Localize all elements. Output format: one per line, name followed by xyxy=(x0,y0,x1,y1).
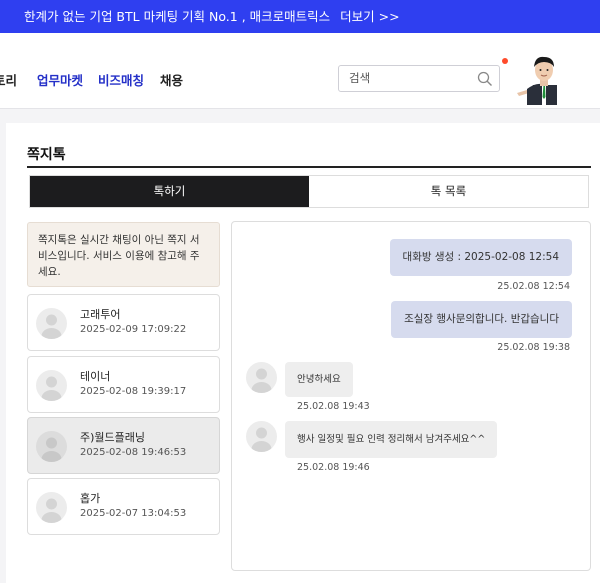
conversation-time: 2025-02-08 19:46:53 xyxy=(80,447,187,458)
service-notice: 쪽지톡은 실시간 채팅이 아닌 쪽지 서비스입니다. 서비스 이용에 참고해 주… xyxy=(27,222,220,287)
page-title: 쪽지톡 xyxy=(27,147,66,163)
search-icon[interactable] xyxy=(477,71,493,87)
banner-text: 한계가 없는 기업 BTL 마케팅 기획 No.1 , 매크로매트릭스 xyxy=(24,9,331,24)
banner-more-link[interactable]: 더보기 >> xyxy=(340,9,399,24)
tab-bar: 톡하기 톡 목록 xyxy=(29,175,589,208)
message-bubble-other: 행사 일정및 필요 인력 정리해서 남겨주세요^^ xyxy=(285,421,498,458)
message-time: 25.02.08 19:43 xyxy=(297,401,370,412)
tab-talk-list[interactable]: 톡 목록 xyxy=(309,176,588,207)
conversation-item[interactable]: 홉가 2025-02-07 13:04:53 xyxy=(27,478,220,535)
title-divider xyxy=(27,166,591,168)
chat-window[interactable]: 대화방 생성 : 2025-02-08 12:54 25.02.08 12:54… xyxy=(231,221,591,571)
default-avatar-icon xyxy=(246,362,277,393)
search-input[interactable] xyxy=(349,71,469,85)
promo-banner[interactable]: 한계가 없는 기업 BTL 마케팅 기획 No.1 , 매크로매트릭스 더보기 … xyxy=(0,0,600,33)
conversation-name: 주)월드플래닝 xyxy=(80,431,146,444)
search-box[interactable] xyxy=(338,65,500,92)
tab-talk[interactable]: 톡하기 xyxy=(30,176,309,207)
conversation-name: 홉가 xyxy=(80,492,101,505)
message-bubble-mine: 대화방 생성 : 2025-02-08 12:54 xyxy=(389,239,572,276)
message-bubble-other: 안녕하세요 xyxy=(285,362,353,397)
message-time: 25.02.08 19:46 xyxy=(297,462,370,473)
default-avatar-icon xyxy=(36,431,67,462)
conversation-item[interactable]: 고래투어 2025-02-09 17:09:22 xyxy=(27,294,220,351)
nav-item-story[interactable]: 토리 xyxy=(0,70,17,89)
nav-item-work-market[interactable]: 업무마켓 xyxy=(37,70,83,89)
default-avatar-icon xyxy=(36,492,67,523)
conversation-time: 2025-02-09 17:09:22 xyxy=(80,324,187,335)
conversation-time: 2025-02-08 19:39:17 xyxy=(80,386,187,397)
user-avatar[interactable] xyxy=(513,53,563,105)
conversation-time: 2025-02-07 13:04:53 xyxy=(80,508,187,519)
messenger-panel: 쪽지톡 톡하기 톡 목록 쪽지톡은 실시간 채팅이 아닌 쪽지 서비스입니다. … xyxy=(6,123,600,583)
nav-item-biz-matching[interactable]: 비즈매칭 xyxy=(98,70,144,89)
default-avatar-icon xyxy=(36,308,67,339)
message-time: 25.02.08 12:54 xyxy=(497,281,570,292)
default-avatar-icon xyxy=(36,370,67,401)
conversation-name: 고래투어 xyxy=(80,308,121,321)
conversation-item[interactable]: 테이너 2025-02-08 19:39:17 xyxy=(27,356,220,413)
nav-item-jobs[interactable]: 채용 xyxy=(160,70,183,89)
notification-dot xyxy=(502,58,508,64)
site-header: 토리 업무마켓 비즈매칭 채용 xyxy=(0,33,600,109)
message-bubble-mine: 조실장 행사문의합니다. 반갑습니다 xyxy=(391,301,572,338)
default-avatar-icon xyxy=(246,421,277,452)
conversation-name: 테이너 xyxy=(80,370,111,383)
message-time: 25.02.08 19:38 xyxy=(497,342,570,353)
conversation-item-selected[interactable]: 주)월드플래닝 2025-02-08 19:46:53 xyxy=(27,417,220,474)
